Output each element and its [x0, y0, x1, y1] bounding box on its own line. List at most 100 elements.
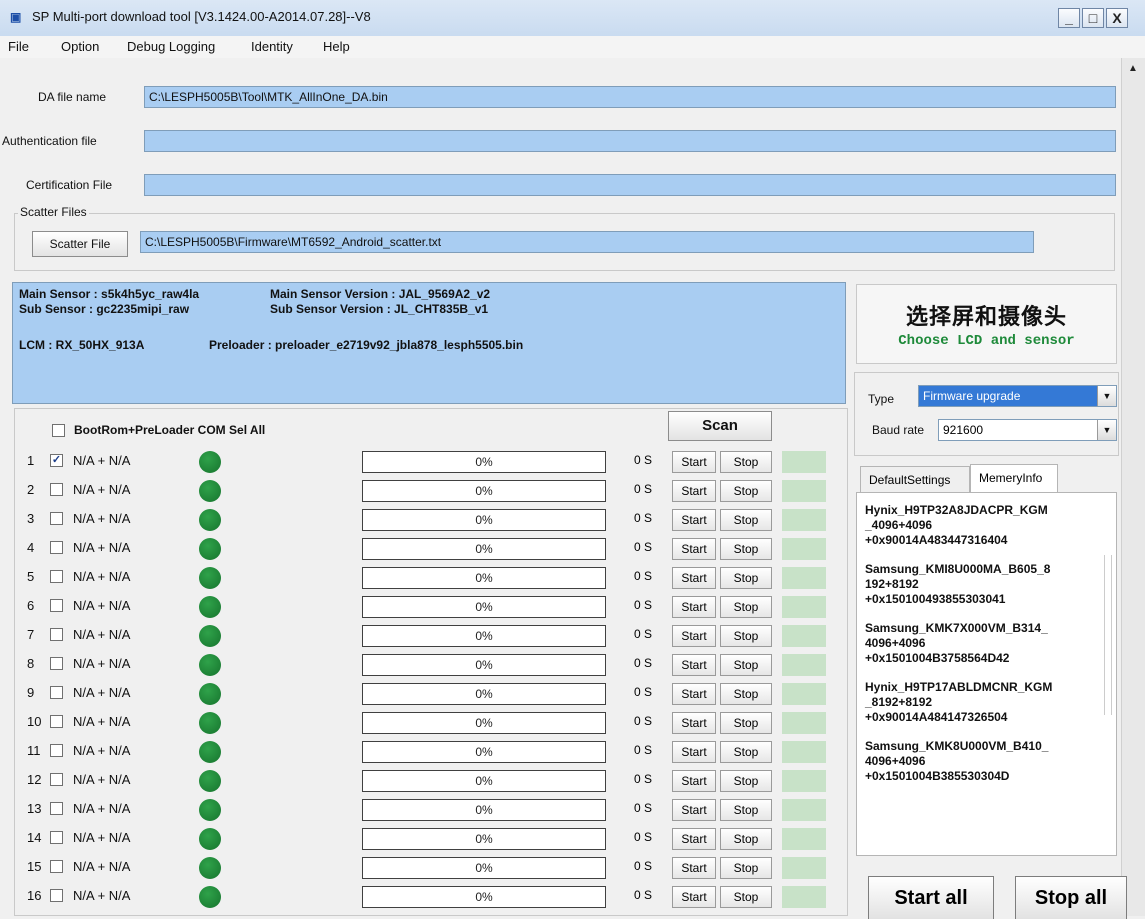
port-elapsed-time: 0 S: [634, 772, 653, 786]
port-number: 4: [27, 540, 35, 555]
port-checkbox[interactable]: [50, 628, 63, 641]
port-stop-button[interactable]: Stop: [720, 567, 772, 589]
promo-chinese-text: 选择屏和摄像头: [905, 304, 1067, 330]
port-stop-button[interactable]: Stop: [720, 683, 772, 705]
port-name: N/A + N/A: [73, 627, 131, 642]
port-start-button[interactable]: Start: [672, 828, 716, 850]
port-start-button[interactable]: Start: [672, 567, 716, 589]
port-checkbox[interactable]: [50, 831, 63, 844]
memory-info-scrollbar[interactable]: [1102, 495, 1114, 851]
port-checkbox[interactable]: [50, 744, 63, 757]
scatter-file-button[interactable]: Scatter File: [32, 231, 128, 257]
sub-sensor-text: Sub Sensor : gc2235mipi_raw: [19, 302, 190, 316]
port-checkbox[interactable]: [50, 686, 63, 699]
start-all-button[interactable]: Start all: [868, 876, 994, 919]
scan-button[interactable]: Scan: [668, 411, 772, 441]
port-progress-bar: 0%: [362, 741, 606, 763]
port-stop-button[interactable]: Stop: [720, 538, 772, 560]
port-checkbox[interactable]: ✓: [50, 454, 63, 467]
chevron-down-icon[interactable]: ▼: [1097, 386, 1116, 406]
port-start-button[interactable]: Start: [672, 654, 716, 676]
port-progress-bar: 0%: [362, 857, 606, 879]
port-progress-bar: 0%: [362, 770, 606, 792]
port-start-button[interactable]: Start: [672, 799, 716, 821]
port-status-indicator: [782, 538, 826, 560]
port-start-button[interactable]: Start: [672, 451, 716, 473]
port-checkbox[interactable]: [50, 512, 63, 525]
port-checkbox[interactable]: [50, 570, 63, 583]
maximize-button[interactable]: □: [1082, 8, 1104, 28]
port-stop-button[interactable]: Stop: [720, 799, 772, 821]
tab-default-settings[interactable]: DefaultSettings: [860, 466, 970, 492]
preloader-text: Preloader : preloader_e2719v92_jbla878_l…: [209, 338, 524, 352]
port-name: N/A + N/A: [73, 830, 131, 845]
port-stop-button[interactable]: Stop: [720, 596, 772, 618]
port-stop-button[interactable]: Stop: [720, 828, 772, 850]
close-button[interactable]: X: [1106, 8, 1128, 28]
port-number: 7: [27, 627, 35, 642]
port-progress-bar: 0%: [362, 828, 606, 850]
port-stop-button[interactable]: Stop: [720, 886, 772, 908]
port-checkbox[interactable]: [50, 773, 63, 786]
port-name: N/A + N/A: [73, 714, 131, 729]
menu-help[interactable]: Help: [323, 39, 350, 54]
status-led-icon: [199, 886, 221, 908]
port-start-button[interactable]: Start: [672, 741, 716, 763]
port-elapsed-time: 0 S: [634, 482, 653, 496]
vertical-scrollbar[interactable]: ▲: [1121, 58, 1145, 916]
port-name: N/A + N/A: [73, 482, 131, 497]
port-start-button[interactable]: Start: [672, 857, 716, 879]
port-stop-button[interactable]: Stop: [720, 625, 772, 647]
port-start-button[interactable]: Start: [672, 770, 716, 792]
port-checkbox[interactable]: [50, 889, 63, 902]
sel-all-checkbox[interactable]: [52, 424, 65, 437]
type-select[interactable]: Firmware upgrade ▼: [918, 385, 1117, 407]
info-tabs: DefaultSettings MemeryInfo Hynix_H9TP32A…: [856, 464, 1117, 860]
choose-lcd-sensor-button[interactable]: 选择屏和摄像头 Choose LCD and sensor: [856, 284, 1117, 364]
scatter-file-input[interactable]: C:\LESPH5005B\Firmware\MT6592_Android_sc…: [140, 231, 1034, 253]
port-stop-button[interactable]: Stop: [720, 712, 772, 734]
port-start-button[interactable]: Start: [672, 625, 716, 647]
port-checkbox[interactable]: [50, 715, 63, 728]
port-checkbox[interactable]: [50, 657, 63, 670]
tab-memery-info[interactable]: MemeryInfo: [970, 464, 1058, 493]
port-status-indicator: [782, 712, 826, 734]
menu-option[interactable]: Option: [61, 39, 99, 54]
memory-info-item: Samsung_KMI8U000MA_B605_8 192+8192 +0x15…: [865, 562, 1051, 606]
port-checkbox[interactable]: [50, 599, 63, 612]
memory-info-scroll-thumb[interactable]: [1104, 555, 1112, 715]
authentication-file-input[interactable]: [144, 130, 1116, 152]
status-led-icon: [199, 538, 221, 560]
port-checkbox[interactable]: [50, 541, 63, 554]
port-stop-button[interactable]: Stop: [720, 480, 772, 502]
promo-english-text: Choose LCD and sensor: [898, 333, 1075, 349]
scroll-up-arrow-icon[interactable]: ▲: [1124, 60, 1142, 78]
port-checkbox[interactable]: [50, 860, 63, 873]
port-stop-button[interactable]: Stop: [720, 509, 772, 531]
minimize-button[interactable]: _: [1058, 8, 1080, 28]
port-checkbox[interactable]: [50, 483, 63, 496]
port-stop-button[interactable]: Stop: [720, 741, 772, 763]
stop-all-button[interactable]: Stop all: [1015, 876, 1127, 919]
menu-file[interactable]: File: [8, 39, 29, 54]
port-stop-button[interactable]: Stop: [720, 857, 772, 879]
port-stop-button[interactable]: Stop: [720, 770, 772, 792]
certification-file-input[interactable]: [144, 174, 1116, 196]
port-start-button[interactable]: Start: [672, 683, 716, 705]
port-start-button[interactable]: Start: [672, 509, 716, 531]
port-start-button[interactable]: Start: [672, 538, 716, 560]
da-file-input[interactable]: C:\LESPH5005B\Tool\MTK_AllInOne_DA.bin: [144, 86, 1116, 108]
port-stop-button[interactable]: Stop: [720, 451, 772, 473]
chevron-down-icon[interactable]: ▼: [1097, 420, 1116, 440]
port-start-button[interactable]: Start: [672, 480, 716, 502]
port-status-indicator: [782, 509, 826, 531]
port-start-button[interactable]: Start: [672, 596, 716, 618]
menu-debug-logging[interactable]: Debug Logging: [127, 39, 215, 54]
menu-identity[interactable]: Identity: [251, 39, 293, 54]
port-start-button[interactable]: Start: [672, 712, 716, 734]
baud-rate-select[interactable]: 921600 ▼: [938, 419, 1117, 441]
port-checkbox[interactable]: [50, 802, 63, 815]
port-stop-button[interactable]: Stop: [720, 654, 772, 676]
port-start-button[interactable]: Start: [672, 886, 716, 908]
port-status-indicator: [782, 828, 826, 850]
